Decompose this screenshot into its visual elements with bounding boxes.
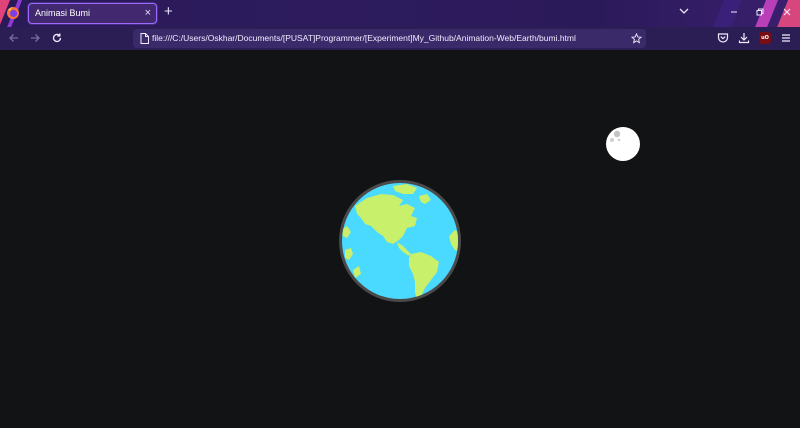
page-icon[interactable] — [138, 32, 150, 45]
restore-icon[interactable] — [753, 5, 767, 19]
new-tab-button[interactable]: + — [164, 4, 173, 20]
download-icon[interactable] — [737, 31, 751, 45]
address-bar[interactable]: file:///C:/Users/Oskhar/Documents/[PUSAT… — [133, 29, 646, 48]
moon — [606, 127, 640, 161]
menu-icon[interactable] — [779, 31, 793, 45]
window-close-icon[interactable] — [780, 5, 794, 19]
bookmark-star-icon[interactable] — [630, 32, 642, 44]
tab-close-icon[interactable]: × — [145, 6, 151, 20]
list-all-tabs-icon[interactable] — [678, 5, 690, 17]
navigation-toolbar: file:///C:/Users/Oskhar/Documents/[PUSAT… — [0, 27, 800, 50]
url-text[interactable]: file:///C:/Users/Oskhar/Documents/[PUSAT… — [152, 33, 576, 43]
reload-icon[interactable] — [50, 31, 64, 45]
back-icon[interactable] — [7, 31, 21, 45]
moon-crater — [610, 138, 614, 142]
tab-title: Animasi Bumi — [35, 8, 91, 18]
earth — [337, 178, 463, 304]
moon-crater — [617, 138, 621, 142]
moon-body — [606, 127, 640, 161]
page-content — [0, 50, 800, 428]
moon-crater — [613, 130, 621, 138]
tab-animasi-bumi[interactable]: Animasi Bumi × — [28, 3, 157, 24]
forward-icon[interactable] — [28, 31, 42, 45]
tab-strip: Animasi Bumi × + — [0, 0, 800, 27]
ublock-icon[interactable]: uO — [758, 31, 772, 45]
firefox-logo-icon[interactable] — [6, 6, 20, 20]
pocket-icon[interactable] — [716, 31, 730, 45]
minimize-icon[interactable] — [727, 5, 741, 19]
